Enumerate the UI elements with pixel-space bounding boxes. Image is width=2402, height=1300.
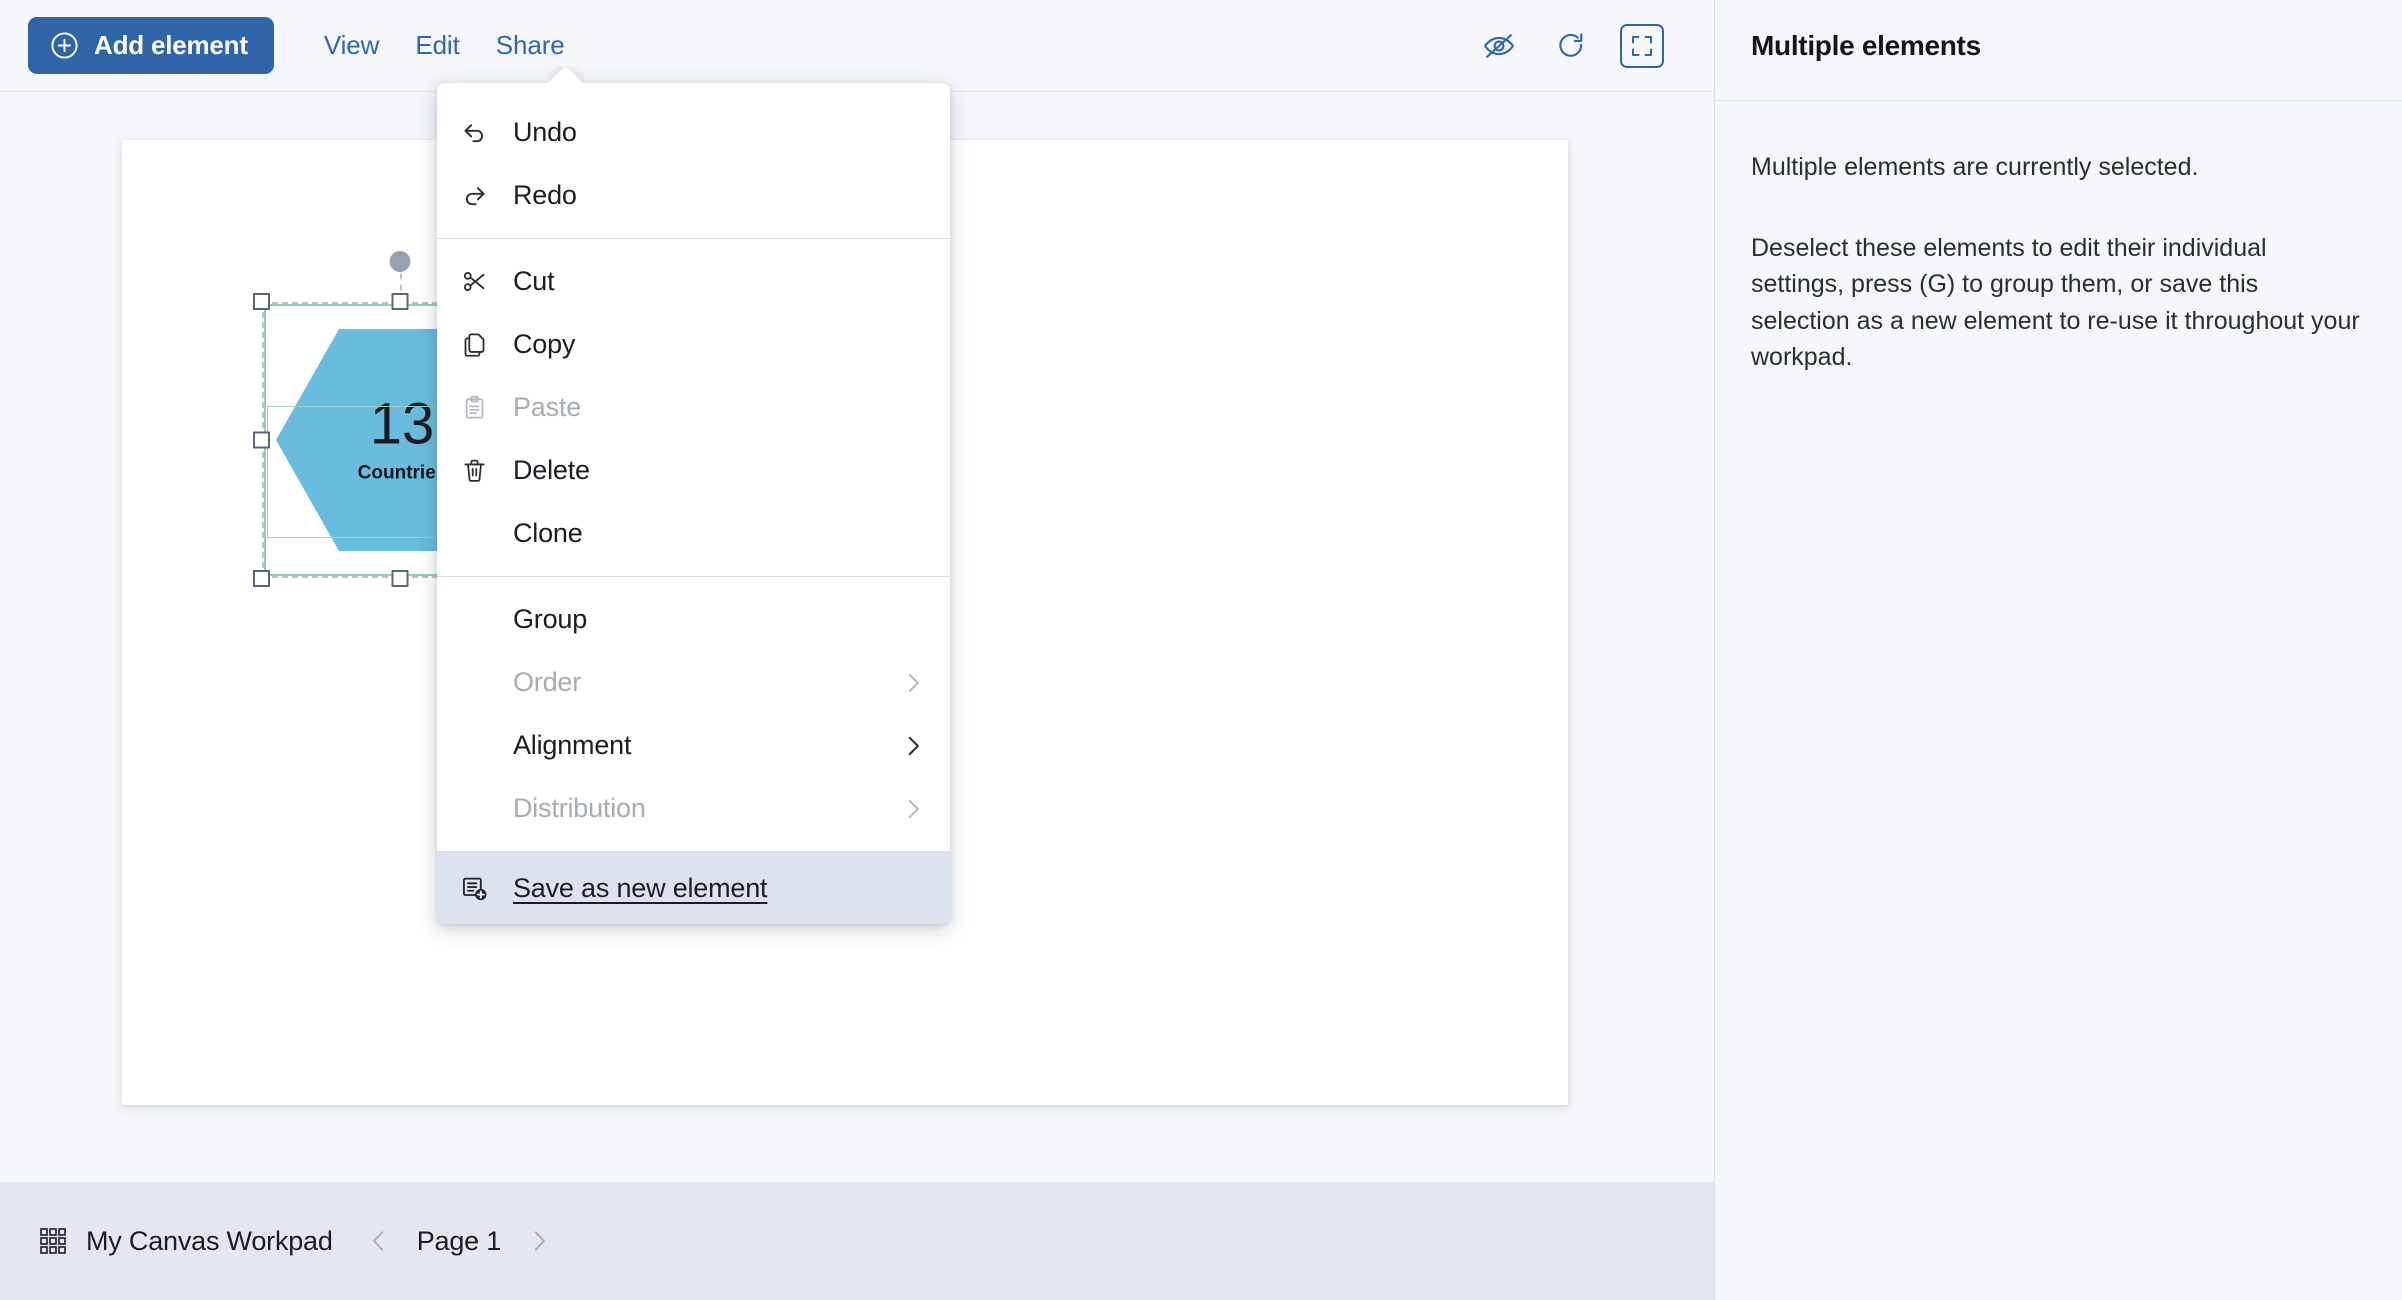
nav-edit[interactable]: Edit xyxy=(397,24,477,67)
scissors-icon xyxy=(461,266,493,298)
eye-slash-icon-button[interactable] xyxy=(1476,23,1522,69)
bottom-bar: My Canvas Workpad Page 1 xyxy=(0,1182,1714,1300)
chevron-right-icon xyxy=(900,796,926,822)
add-element-label: Add element xyxy=(94,30,248,61)
nav-view[interactable]: View xyxy=(306,24,398,67)
menu-item-label: Save as new element xyxy=(513,873,767,904)
plus-circle-icon xyxy=(50,31,79,60)
toolbar-nav: View Edit Share xyxy=(306,24,583,67)
nav-share[interactable]: Share xyxy=(478,24,583,67)
menu-item-clone[interactable]: Clone xyxy=(437,502,950,565)
menu-item-label: Order xyxy=(513,667,581,698)
menu-item-label: Redo xyxy=(513,180,577,211)
sidebar-title: Multiple elements xyxy=(1751,30,2360,62)
save-new-element-icon xyxy=(461,872,493,904)
resize-handle-bottom-center[interactable] xyxy=(392,570,409,587)
properties-sidebar: Multiple elements Multiple elements are … xyxy=(1714,0,2402,1300)
edit-menu-popover: Undo Redo xyxy=(437,83,950,924)
grid-icon-glyph xyxy=(39,1227,67,1255)
edit-menu-group-save: Save as new element xyxy=(437,851,950,924)
save-new-element-glyph xyxy=(461,875,488,902)
trash-icon xyxy=(461,455,493,487)
menu-item-redo[interactable]: Redo xyxy=(437,164,950,227)
undo-arrow-icon xyxy=(461,117,493,149)
menu-item-group[interactable]: Group xyxy=(437,588,950,651)
resize-handle-top-left[interactable] xyxy=(253,293,270,310)
resize-handle-middle-left[interactable] xyxy=(253,432,270,449)
resize-handle-bottom-left[interactable] xyxy=(253,570,270,587)
page-navigation: Page 1 xyxy=(357,1219,561,1263)
refresh-icon-button[interactable] xyxy=(1548,23,1594,69)
sidebar-paragraph-1: Multiple elements are currently selected… xyxy=(1751,149,2360,186)
copy-icon xyxy=(461,329,493,361)
refresh-icon xyxy=(1555,30,1587,62)
menu-item-copy[interactable]: Copy xyxy=(437,313,950,376)
menu-item-save-as-new-element[interactable]: Save as new element xyxy=(437,852,950,924)
workpad-name[interactable]: My Canvas Workpad xyxy=(86,1226,333,1257)
canvas-app: Add element View Edit Share xyxy=(0,0,2402,1300)
menu-item-undo[interactable]: Undo xyxy=(437,101,950,164)
grid-icon[interactable] xyxy=(38,1226,68,1256)
menu-item-label: Alignment xyxy=(513,730,631,761)
popover-arrow xyxy=(548,66,584,84)
fullscreen-icon xyxy=(1630,34,1654,58)
fullscreen-icon-button[interactable] xyxy=(1620,24,1664,68)
menu-item-label: Distribution xyxy=(513,793,646,824)
no-icon-spacer xyxy=(461,604,493,636)
resize-handle-top-center[interactable] xyxy=(392,293,409,310)
no-icon-spacer xyxy=(461,730,493,762)
menu-item-label: Clone xyxy=(513,518,583,549)
menu-item-cut[interactable]: Cut xyxy=(437,250,950,313)
clipboard-icon xyxy=(461,392,493,424)
top-toolbar: Add element View Edit Share xyxy=(0,0,1714,92)
eye-slash-icon xyxy=(1482,29,1516,63)
toolbar-action-icons xyxy=(1476,23,1664,69)
menu-item-label: Copy xyxy=(513,329,575,360)
sidebar-divider xyxy=(1715,100,2402,101)
edit-menu-group-arrange: Group Order Alignment xyxy=(437,576,950,851)
menu-item-delete[interactable]: Delete xyxy=(437,439,950,502)
next-page-button[interactable] xyxy=(517,1219,561,1263)
edit-menu-group-history: Undo Redo xyxy=(437,90,950,238)
menu-item-label: Delete xyxy=(513,455,590,486)
sidebar-paragraph-2: Deselect these elements to edit their in… xyxy=(1751,230,2360,376)
menu-item-distribution: Distribution xyxy=(437,777,950,840)
chevron-right-icon xyxy=(900,670,926,696)
no-icon-spacer xyxy=(461,667,493,699)
menu-item-label: Paste xyxy=(513,392,581,423)
menu-item-order: Order xyxy=(437,651,950,714)
menu-item-label: Group xyxy=(513,604,587,635)
chevron-left-icon xyxy=(366,1228,392,1254)
no-icon-spacer xyxy=(461,793,493,825)
app-split: Add element View Edit Share xyxy=(0,0,2402,1300)
menu-item-label: Cut xyxy=(513,266,554,297)
rotation-handle[interactable] xyxy=(390,251,411,272)
edit-menu-group-clipboard: Cut Copy xyxy=(437,238,950,576)
previous-page-button[interactable] xyxy=(357,1219,401,1263)
add-element-button[interactable]: Add element xyxy=(28,17,274,74)
chevron-right-icon xyxy=(526,1228,552,1254)
no-icon-spacer xyxy=(461,518,493,550)
redo-arrow-icon xyxy=(461,180,493,212)
menu-item-paste: Paste xyxy=(437,376,950,439)
page-label: Page 1 xyxy=(403,1226,515,1257)
chevron-right-icon xyxy=(900,733,926,759)
menu-item-label: Undo xyxy=(513,117,577,148)
menu-item-alignment[interactable]: Alignment xyxy=(437,714,950,777)
